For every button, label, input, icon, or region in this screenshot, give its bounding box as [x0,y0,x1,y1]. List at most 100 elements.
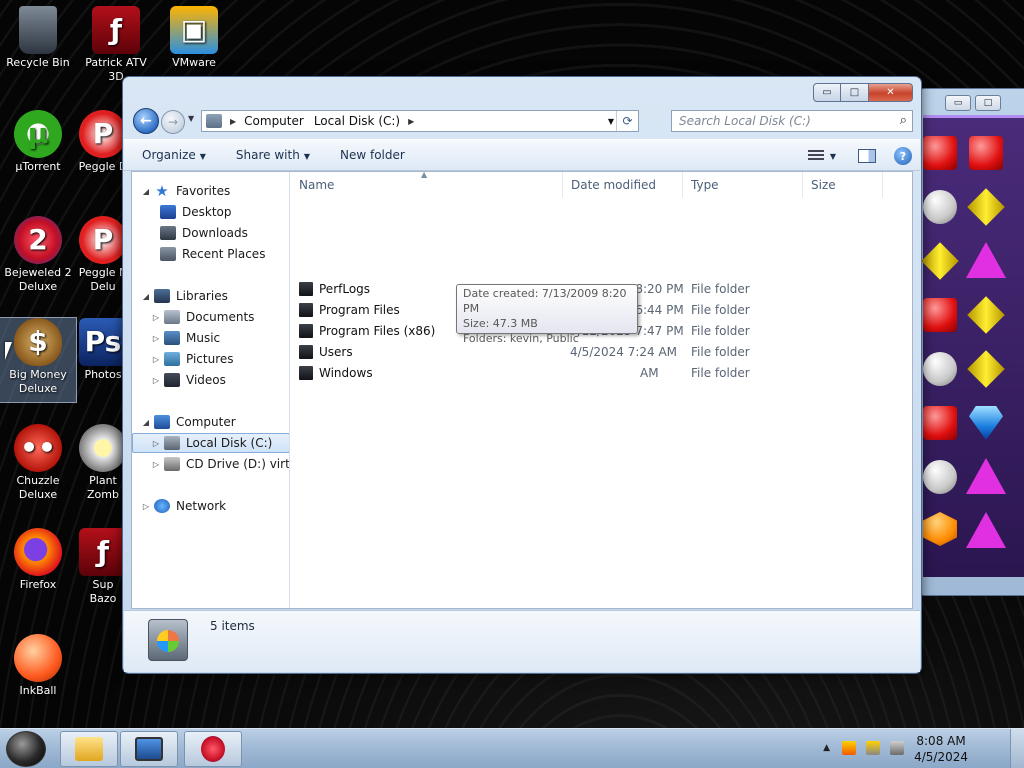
column-header-size[interactable]: Size [803,172,883,198]
desktop-icon-big-money[interactable]: $ Big Money Deluxe [0,317,77,403]
desktop-icon-recycle-bin[interactable]: Recycle Bin [0,6,76,70]
column-header-name[interactable]: Name ▲ [291,170,563,198]
gem-yellow[interactable] [967,296,1005,334]
desktop-icon-photoshop[interactable]: Ps Photos [78,318,128,382]
chevron-right-icon[interactable]: ▶ [230,117,236,126]
table-row[interactable]: Users [299,341,353,362]
address-dropdown-icon[interactable]: ▼ [608,117,614,126]
breadcrumb-computer[interactable]: Computer [244,114,304,128]
gem-purple[interactable] [966,242,1006,278]
desktop-icon-firefox[interactable]: Firefox [0,528,76,592]
nav-cd-drive[interactable]: ▷ CD Drive (D:) virtio-w [150,454,289,474]
gem-white[interactable] [923,190,957,224]
nav-videos[interactable]: ▷ Videos [150,370,226,390]
nav-computer[interactable]: ◢ Computer [140,412,236,432]
game-minimize-button[interactable]: ▭ [945,95,971,111]
recent-pages-dropdown[interactable]: ▼ [188,114,194,123]
collapsed-triangle-icon[interactable]: ▷ [140,502,152,511]
gem-blue[interactable] [969,406,1003,440]
gem-white[interactable] [923,460,957,494]
close-button[interactable]: ✕ [869,83,913,102]
expanded-triangle-icon[interactable]: ◢ [140,292,152,301]
nav-favorites[interactable]: ◢ ★ Favorites [140,181,230,201]
game-board[interactable] [921,115,1024,577]
table-row[interactable]: PerfLogs [299,278,370,299]
action-center-icon[interactable] [842,741,856,755]
navigation-pane[interactable]: ◢ ★ Favorites Desktop Downloads Recent P… [132,172,290,608]
table-row[interactable]: Windows [299,362,373,383]
desktop-icon-utorrent[interactable]: µ µTorrent [0,110,76,174]
desktop-icon-peggle[interactable]: P Peggle D [78,110,128,174]
explorer-window[interactable]: ▭ □ ✕ ← → ▼ ▶ Computer Local Disk (C:) ▶… [122,76,922,674]
bejeweled-game-window[interactable]: ▭ □ [918,88,1024,596]
column-header-type[interactable]: Type [683,172,803,198]
file-list[interactable]: Name ▲ Date modified Type Size PerfLogs … [291,170,912,608]
nav-documents[interactable]: ▷ Documents [150,307,254,327]
table-row[interactable]: Program Files [299,299,400,320]
gem-red[interactable] [923,298,957,332]
gem-purple[interactable] [966,458,1006,494]
table-row[interactable]: Program Files (x86) [299,320,435,341]
expanded-triangle-icon[interactable]: ◢ [140,187,152,196]
nav-libraries[interactable]: ◢ Libraries [140,286,228,306]
nav-network[interactable]: ▷ Network [140,496,226,516]
show-desktop-button[interactable] [1010,729,1024,768]
refresh-icon[interactable]: ⟳ [616,111,638,131]
new-folder-button[interactable]: New folder [322,148,417,162]
desktop-icon-super-bazooka[interactable]: ƒ Sup Bazo [78,528,128,606]
collapsed-triangle-icon[interactable]: ▷ [150,376,162,385]
forward-button[interactable]: → [161,110,185,134]
collapsed-triangle-icon[interactable]: ▷ [150,439,162,448]
address-bar[interactable]: ▶ Computer Local Disk (C:) ▶ ▼ ⟳ [201,110,639,132]
show-hidden-icons-icon[interactable]: ▲ [823,743,830,753]
maximize-button[interactable]: □ [841,83,869,102]
search-input[interactable]: Search Local Disk (C:) ⌕ [671,110,913,132]
nav-pictures[interactable]: ▷ Pictures [150,349,234,369]
gem-orange[interactable] [923,512,957,546]
nav-music[interactable]: ▷ Music [150,328,220,348]
desktop-icon-plants-zombies[interactable]: Plant Zomb [78,424,128,502]
gem-yellow[interactable] [967,350,1005,388]
start-button[interactable] [6,731,46,767]
volume-icon[interactable] [890,741,904,755]
game-maximize-button[interactable]: □ [975,95,1001,111]
back-button[interactable]: ← [133,108,159,134]
collapsed-triangle-icon[interactable]: ▷ [150,313,162,322]
search-icon[interactable]: ⌕ [900,113,907,128]
organize-button[interactable]: Organize ▼ [124,148,218,162]
share-with-button[interactable]: Share with ▼ [218,148,322,162]
gem-white[interactable] [923,352,957,386]
gem-yellow[interactable] [967,188,1005,226]
taskbar-explorer-button[interactable] [60,731,118,767]
gem-purple[interactable] [966,512,1006,548]
view-options-icon[interactable] [807,150,824,162]
column-header-date-modified[interactable]: Date modified [563,172,683,198]
gem-red[interactable] [923,406,957,440]
desktop-icon-peggle-nights[interactable]: P Peggle N Delu [78,216,128,294]
desktop-icon-chuzzle[interactable]: •• Chuzzle Deluxe [0,424,76,502]
minimize-button[interactable]: ▭ [813,83,841,102]
desktop-icon-patrick-atv[interactable]: ƒ Patrick ATV 3D [78,6,154,84]
chevron-down-icon[interactable]: ▼ [830,152,836,161]
nav-desktop[interactable]: Desktop [160,202,232,222]
desktop-icon-vmware[interactable]: ▣ VMware [156,6,232,70]
gem-red[interactable] [969,136,1003,170]
collapsed-triangle-icon[interactable]: ▷ [150,334,162,343]
nav-local-disk[interactable]: ▷ Local Disk (C:) [132,433,289,453]
clock[interactable]: 8:08 AM 4/5/2024 [914,733,968,765]
desktop-icon-bejeweled[interactable]: 2 Bejeweled 2 Deluxe [0,216,76,294]
collapsed-triangle-icon[interactable]: ▷ [150,460,162,469]
help-icon[interactable]: ? [894,147,912,165]
chevron-right-icon[interactable]: ▶ [408,117,414,126]
nav-recent-places[interactable]: Recent Places [160,244,265,264]
expanded-triangle-icon[interactable]: ◢ [140,418,152,427]
breadcrumb-local-disk[interactable]: Local Disk (C:) [314,114,400,128]
taskbar-bejeweled-button[interactable] [184,731,242,767]
desktop-icon-inkball[interactable]: InkBall [0,634,76,698]
gem-yellow[interactable] [921,242,959,280]
collapsed-triangle-icon[interactable]: ▷ [150,355,162,364]
taskbar-computer-button[interactable] [120,731,178,767]
preview-pane-icon[interactable] [858,149,876,163]
gem-red[interactable] [923,136,957,170]
network-status-icon[interactable] [866,741,880,755]
